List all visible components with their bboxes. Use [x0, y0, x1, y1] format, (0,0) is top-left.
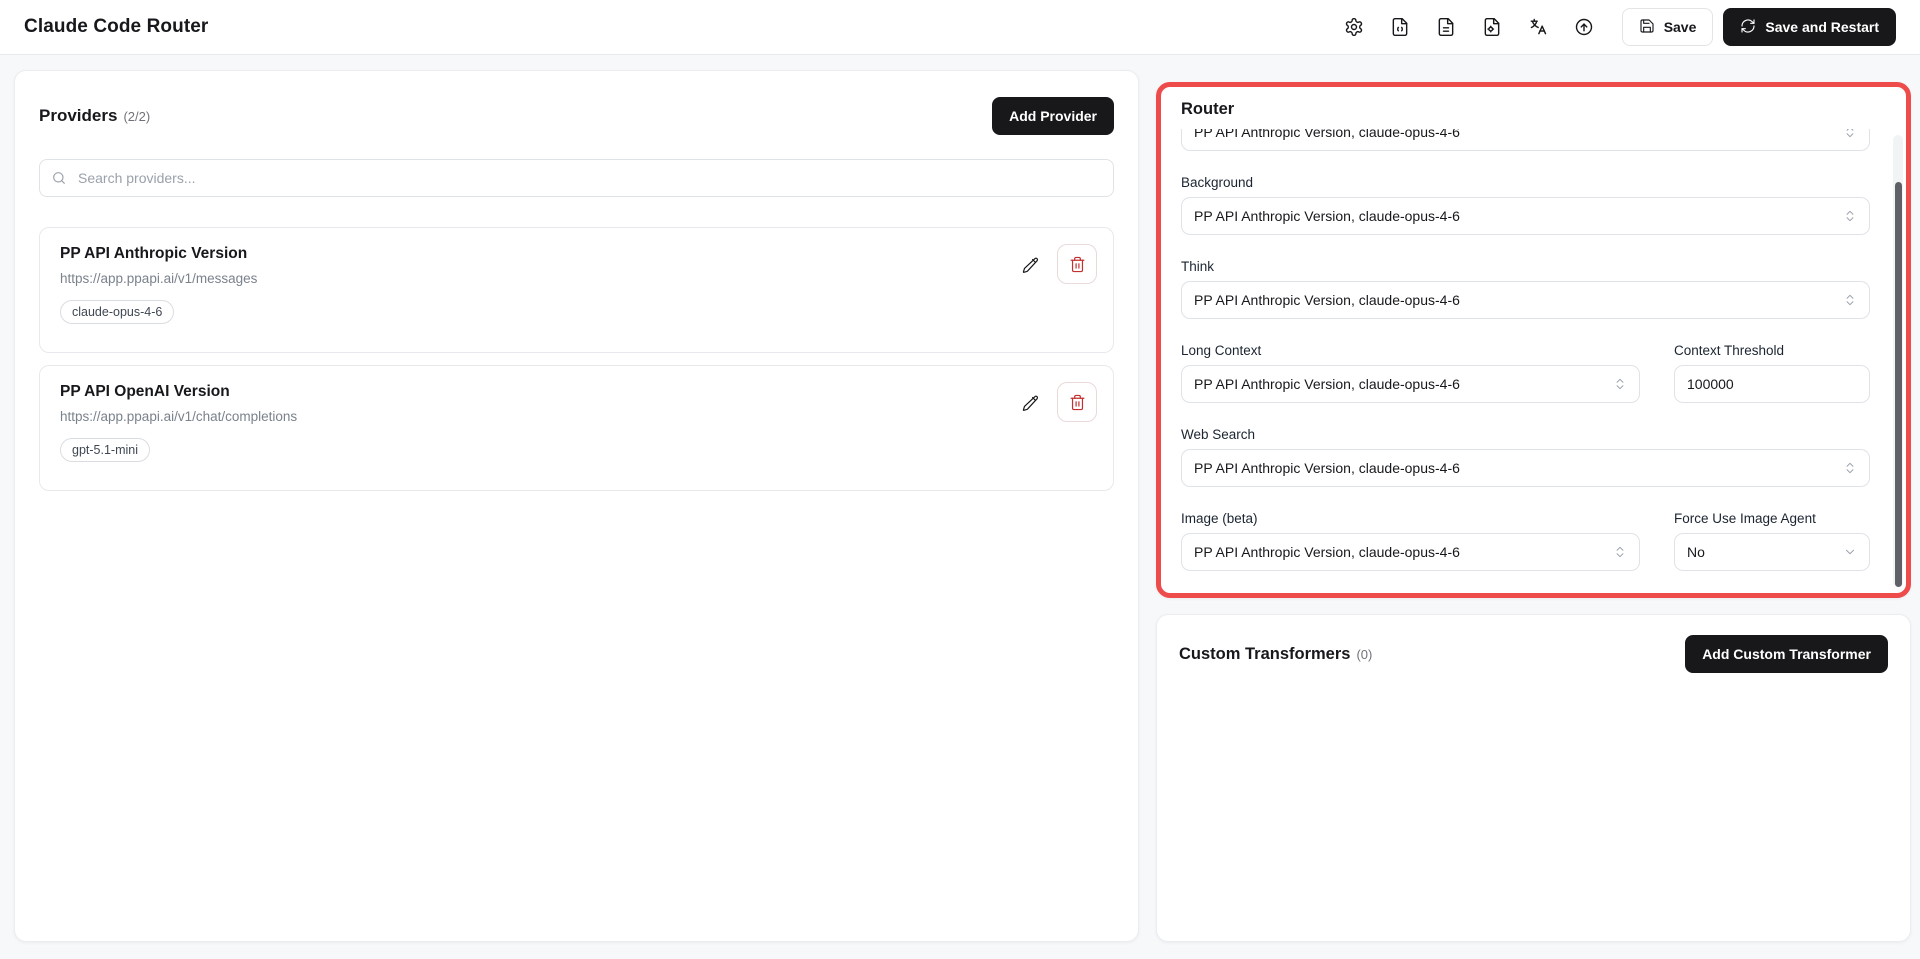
think-select[interactable]: PP API Anthropic Version, claude-opus-4-… — [1181, 281, 1870, 319]
provider-actions — [1013, 382, 1097, 422]
web-search-value: PP API Anthropic Version, claude-opus-4-… — [1194, 460, 1460, 476]
chevron-up-down-icon — [1843, 129, 1857, 139]
providers-count: (2/2) — [123, 109, 150, 124]
search-icon — [51, 170, 67, 186]
app-header: Claude Code Router Save — [0, 0, 1920, 55]
model-badge: gpt-5.1-mini — [60, 438, 150, 462]
provider-card-openai: PP API OpenAI Version https://app.ppapi.… — [39, 365, 1114, 491]
router-scrollbar-thumb[interactable] — [1895, 182, 1902, 587]
chevron-up-down-icon — [1843, 293, 1857, 307]
model-badge: claude-opus-4-6 — [60, 300, 174, 324]
field-label: Background — [1181, 175, 1870, 190]
app-title: Claude Code Router — [24, 16, 208, 38]
long-context-select[interactable]: PP API Anthropic Version, claude-opus-4-… — [1181, 365, 1640, 403]
provider-search — [39, 159, 1114, 197]
router-scrollbar-track[interactable] — [1893, 135, 1903, 587]
provider-name: PP API OpenAI Version — [60, 383, 1093, 401]
header-toolbar: Save Save and Restart — [1336, 8, 1896, 46]
router-field-force-image-agent: Force Use Image Agent No — [1674, 511, 1870, 571]
delete-provider-button[interactable] — [1057, 382, 1097, 422]
provider-url: https://app.ppapi.ai/v1/messages — [60, 271, 1093, 286]
save-and-restart-label: Save and Restart — [1765, 19, 1879, 35]
provider-card-anthropic: PP API Anthropic Version https://app.ppa… — [39, 227, 1114, 353]
search-providers-input[interactable] — [39, 159, 1114, 197]
router-field-think: Think PP API Anthropic Version, claude-o… — [1181, 259, 1870, 319]
config-file-gear-icon[interactable] — [1474, 9, 1510, 45]
providers-header: Providers(2/2) Add Provider — [39, 97, 1114, 135]
custom-transformers-panel: Custom Transformers(0) Add Custom Transf… — [1156, 614, 1911, 942]
field-label: Think — [1181, 259, 1870, 274]
image-value: PP API Anthropic Version, claude-opus-4-… — [1194, 544, 1460, 560]
trash-icon — [1069, 256, 1086, 273]
chevron-down-icon — [1843, 545, 1857, 559]
router-field-context-threshold: Context Threshold — [1674, 343, 1870, 403]
router-field-long-context-row: Long Context PP API Anthropic Version, c… — [1181, 343, 1870, 403]
add-provider-label: Add Provider — [1009, 108, 1097, 124]
router-field-image-row: Image (beta) PP API Anthropic Version, c… — [1181, 511, 1870, 571]
save-floppy-icon — [1639, 18, 1655, 37]
custom-transformers-header: Custom Transformers(0) Add Custom Transf… — [1179, 635, 1888, 673]
save-button-label: Save — [1664, 19, 1697, 35]
add-provider-button[interactable]: Add Provider — [992, 97, 1114, 135]
think-value: PP API Anthropic Version, claude-opus-4-… — [1194, 292, 1460, 308]
trash-icon — [1069, 394, 1086, 411]
provider-url: https://app.ppapi.ai/v1/chat/completions — [60, 409, 1093, 424]
router-default-value: PP API Anthropic Version, claude-opus-4-… — [1194, 129, 1460, 140]
add-custom-transformer-label: Add Custom Transformer — [1702, 646, 1871, 662]
image-select[interactable]: PP API Anthropic Version, claude-opus-4-… — [1181, 533, 1640, 571]
context-threshold-input[interactable] — [1674, 365, 1870, 403]
provider-list: PP API Anthropic Version https://app.ppa… — [39, 227, 1114, 491]
background-select[interactable]: PP API Anthropic Version, claude-opus-4-… — [1181, 197, 1870, 235]
settings-gear-icon[interactable] — [1336, 9, 1372, 45]
chevron-up-down-icon — [1613, 545, 1627, 559]
field-label: Context Threshold — [1674, 343, 1870, 358]
save-button[interactable]: Save — [1622, 8, 1714, 46]
long-context-value: PP API Anthropic Version, claude-opus-4-… — [1194, 376, 1460, 392]
providers-title: Providers(2/2) — [39, 106, 150, 126]
delete-provider-button[interactable] — [1057, 244, 1097, 284]
providers-panel: Providers(2/2) Add Provider PP API Anthr… — [14, 70, 1139, 942]
chevron-up-down-icon — [1843, 209, 1857, 223]
background-value: PP API Anthropic Version, claude-opus-4-… — [1194, 208, 1460, 224]
save-and-restart-button[interactable]: Save and Restart — [1723, 8, 1896, 46]
log-file-icon[interactable] — [1428, 9, 1464, 45]
router-title: Router — [1181, 100, 1886, 119]
restart-refresh-icon — [1740, 18, 1756, 37]
router-field-background: Background PP API Anthropic Version, cla… — [1181, 175, 1870, 235]
field-label: Force Use Image Agent — [1674, 511, 1870, 526]
edit-provider-button[interactable] — [1013, 385, 1047, 419]
provider-name: PP API Anthropic Version — [60, 245, 1093, 263]
add-custom-transformer-button[interactable]: Add Custom Transformer — [1685, 635, 1888, 673]
provider-actions — [1013, 244, 1097, 284]
router-scroll-viewport: PP API Anthropic Version, claude-opus-4-… — [1181, 129, 1886, 579]
field-label: Web Search — [1181, 427, 1870, 442]
router-field-long-context: Long Context PP API Anthropic Version, c… — [1181, 343, 1640, 403]
chevron-up-down-icon — [1613, 377, 1627, 391]
force-image-agent-value: No — [1687, 544, 1705, 560]
chevron-up-down-icon — [1843, 461, 1857, 475]
field-label: Long Context — [1181, 343, 1640, 358]
pencil-icon — [1022, 256, 1039, 273]
pencil-icon — [1022, 394, 1039, 411]
update-circle-arrow-up-icon[interactable] — [1566, 9, 1602, 45]
router-default-select-clipped[interactable]: PP API Anthropic Version, claude-opus-4-… — [1181, 129, 1870, 151]
router-field-image: Image (beta) PP API Anthropic Version, c… — [1181, 511, 1640, 571]
custom-transformers-count: (0) — [1356, 647, 1372, 662]
field-label: Image (beta) — [1181, 511, 1640, 526]
router-field-web-search: Web Search PP API Anthropic Version, cla… — [1181, 427, 1870, 487]
web-search-select[interactable]: PP API Anthropic Version, claude-opus-4-… — [1181, 449, 1870, 487]
force-image-agent-select[interactable]: No — [1674, 533, 1870, 571]
edit-provider-button[interactable] — [1013, 247, 1047, 281]
json-config-file-icon[interactable] — [1382, 9, 1418, 45]
custom-transformers-title: Custom Transformers(0) — [1179, 645, 1372, 664]
router-content: PP API Anthropic Version, claude-opus-4-… — [1181, 129, 1870, 571]
router-panel-highlighted: Router PP API Anthropic Version, claude-… — [1156, 82, 1911, 598]
language-translate-icon[interactable] — [1520, 9, 1556, 45]
